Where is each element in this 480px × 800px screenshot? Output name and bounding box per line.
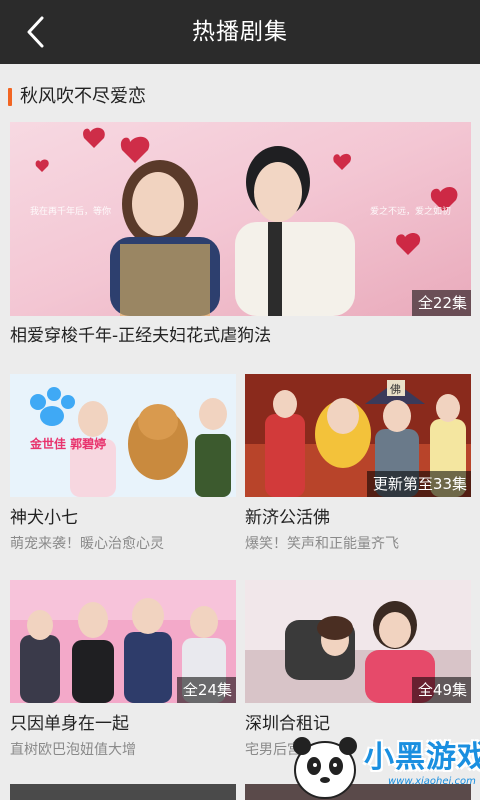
watermark-brand: 小黑游戏 bbox=[364, 740, 480, 775]
show-poster-text: 金世佳 郭碧婷 bbox=[29, 436, 106, 451]
featured-poster-text-left: 我在再千年后，等你 bbox=[30, 205, 111, 217]
featured-poster-text-right: 爱之不远，爱之如初 bbox=[370, 205, 451, 217]
next-row-partial bbox=[10, 784, 236, 800]
show-poster: 金世佳 郭碧婷 bbox=[10, 374, 236, 497]
show-poster-text: 佛 bbox=[390, 383, 401, 396]
featured-card[interactable]: 我在再千年后，等你 爱之不远，爱之如初 全22集 相爱穿梭千年-正经夫妇花式虐狗… bbox=[10, 122, 471, 352]
show-subtitle: 直树欧巴泡妞值大增 bbox=[10, 742, 136, 758]
top-bar: 热播剧集 bbox=[0, 0, 480, 64]
episode-badge: 更新第至33集 bbox=[366, 471, 471, 497]
show-card[interactable]: 佛 更新第至33集 新济公活佛 爆笑！笑声和正能量齐飞 bbox=[245, 374, 471, 559]
show-title: 神犬小七 bbox=[10, 508, 78, 528]
show-poster: 全24集 bbox=[10, 580, 236, 703]
show-poster: 佛 更新第至33集 bbox=[245, 374, 471, 497]
page-title: 热播剧集 bbox=[192, 19, 288, 45]
episode-badge: 全22集 bbox=[411, 290, 471, 316]
show-card[interactable]: 金世佳 郭碧婷 神犬小七 萌宠来袭！暖心治愈心灵 bbox=[10, 374, 236, 559]
show-subtitle: 萌宠来袭！暖心治愈心灵 bbox=[10, 536, 164, 552]
watermark-logo: 小黑游戏 www.xiaohei.com bbox=[280, 730, 480, 800]
show-subtitle: 爆笑！笑声和正能量齐飞 bbox=[245, 536, 399, 552]
watermark-url: www.xiaohei.com bbox=[388, 776, 476, 787]
show-title: 只因单身在一起 bbox=[10, 714, 129, 734]
featured-title: 相爱穿梭千年-正经夫妇花式虐狗法 bbox=[10, 326, 272, 346]
featured-poster: 我在再千年后，等你 爱之不远，爱之如初 全22集 bbox=[10, 122, 471, 316]
show-poster: 全49集 bbox=[245, 580, 471, 703]
show-card[interactable]: 全24集 只因单身在一起 直树欧巴泡妞值大增 bbox=[10, 580, 236, 765]
panda-icon bbox=[293, 737, 357, 799]
section-accent-bar bbox=[8, 88, 12, 106]
episode-badge: 全49集 bbox=[411, 677, 471, 703]
episode-badge: 全24集 bbox=[176, 677, 236, 703]
section-title: 秋风吹不尽爱恋 bbox=[20, 86, 146, 107]
show-title: 新济公活佛 bbox=[245, 508, 330, 528]
